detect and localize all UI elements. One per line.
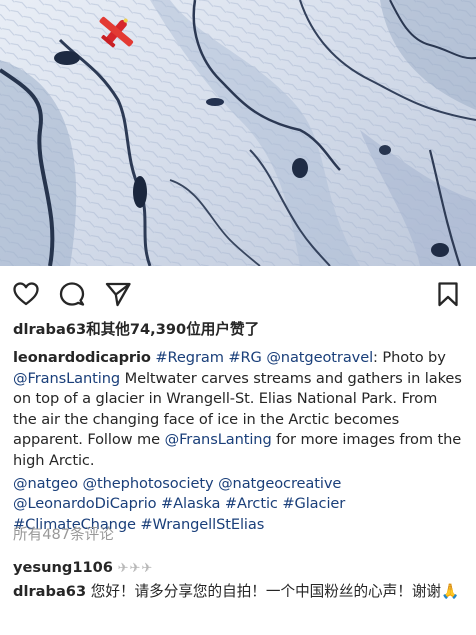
comment-username[interactable]: yesung1106	[13, 559, 113, 576]
post-photo[interactable]	[0, 0, 476, 266]
hashtag-arctic[interactable]: #Arctic	[225, 495, 278, 512]
comment-item: dlraba63 您好！请多分享您的自拍！一个中国粉丝的心声！谢谢🙏	[13, 581, 468, 602]
mention-franslanting[interactable]: @FransLanting	[13, 370, 120, 387]
glacier-aerial-image	[0, 0, 476, 266]
likes-count[interactable]: dlraba63和其他74,390位用户赞了	[13, 320, 463, 340]
comment-text: 您好！请多分享您的自拍！一个中国粉丝的心声！谢谢	[90, 583, 442, 600]
post-caption: leonardodicaprio #Regram #RG @natgeotrav…	[13, 348, 465, 535]
comment-username[interactable]: dlraba63	[13, 583, 86, 600]
mention-natgeocreative[interactable]: @natgeocreative	[218, 475, 341, 492]
hashtag-alaska[interactable]: #Alaska	[161, 495, 220, 512]
comment-bubble-icon	[59, 282, 85, 306]
hashtag-regram[interactable]: #Regram	[155, 349, 224, 366]
view-all-comments-link[interactable]: 所有487条评论	[13, 525, 313, 545]
mention-leonardodicaprio[interactable]: @LeonardoDiCaprio	[13, 495, 157, 512]
airplane-emoji-icon: ✈✈✈	[117, 561, 154, 576]
post-action-bar	[0, 266, 476, 318]
mention-natgeotravel[interactable]: @natgeotravel	[266, 349, 373, 366]
mention-franslanting[interactable]: @FransLanting	[165, 431, 272, 448]
hashtag-rg[interactable]: #RG	[228, 349, 261, 366]
bookmark-icon	[438, 282, 458, 307]
share-button[interactable]	[104, 280, 132, 308]
mention-natgeo[interactable]: @natgeo	[13, 475, 78, 492]
mention-thephotosociety[interactable]: @thephotosociety	[83, 475, 214, 492]
comment-button[interactable]	[58, 280, 86, 308]
save-button[interactable]	[434, 280, 462, 308]
hashtag-glacier[interactable]: #Glacier	[282, 495, 345, 512]
like-button[interactable]	[12, 280, 40, 308]
caption-username[interactable]: leonardodicaprio	[13, 349, 151, 366]
comment-item: yesung1106 ✈✈✈	[13, 557, 468, 579]
heart-icon	[13, 282, 39, 306]
praying-hands-emoji-icon: 🙏	[441, 583, 460, 600]
paper-plane-icon	[105, 282, 131, 307]
caption-text: : Photo by	[373, 349, 446, 366]
